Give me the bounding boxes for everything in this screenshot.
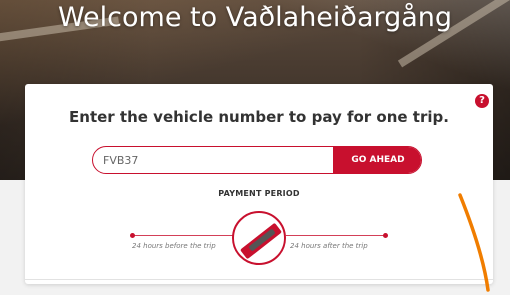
card-divider [25, 279, 493, 280]
vehicle-number-input[interactable] [93, 147, 343, 173]
vehicle-number-form: GO AHEAD [92, 146, 422, 174]
timeline-start-dot [130, 233, 135, 238]
card-heading: Enter the vehicle number to pay for one … [69, 108, 449, 126]
timeline-end-dot [383, 233, 388, 238]
go-ahead-button[interactable]: GO AHEAD [333, 147, 421, 173]
timeline-line-right [286, 235, 386, 236]
payment-period-label: PAYMENT PERIOD [218, 189, 300, 198]
question-circle-icon[interactable]: ? [475, 94, 489, 108]
after-trip-label: 24 hours after the trip [290, 242, 368, 250]
page-title: Welcome to Vaðlaheiðargång [57, 2, 453, 33]
before-trip-label: 24 hours before the trip [132, 242, 216, 250]
timeline-line-left [133, 235, 233, 236]
ticket-icon [232, 211, 286, 265]
